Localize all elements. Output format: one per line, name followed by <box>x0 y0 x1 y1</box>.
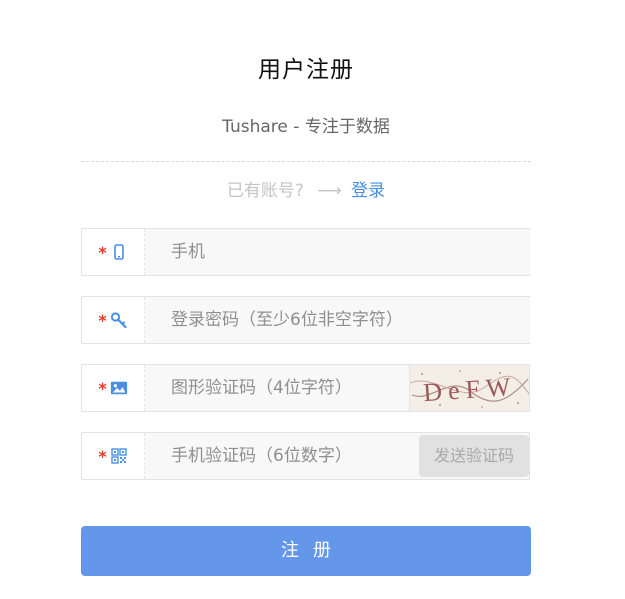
qr-code-icon <box>110 447 128 465</box>
phone-field: * <box>81 228 530 276</box>
login-link[interactable]: 登录 <box>351 181 385 201</box>
register-button[interactable]: 注册 <box>81 526 531 576</box>
page-title: 用户注册 <box>258 57 354 83</box>
arrow-right-icon: ⟶ <box>317 181 342 201</box>
sms-code-field: * 发送验证码 <box>81 432 530 480</box>
password-field: * <box>81 296 530 344</box>
captcha-image[interactable]: DeFW <box>409 365 529 411</box>
captcha-text: DeFW <box>422 372 517 407</box>
required-mark: * <box>98 243 107 262</box>
key-icon <box>110 311 128 329</box>
required-mark: * <box>98 447 107 466</box>
captcha-input[interactable] <box>146 365 410 411</box>
page-subtitle: Tushare - 专注于数据 <box>222 117 390 137</box>
mobile-phone-icon <box>110 243 128 261</box>
required-mark: * <box>98 379 107 398</box>
captcha-field: * DeFW <box>81 364 530 412</box>
login-prompt-text: 已有账号? <box>226 181 304 201</box>
login-prompt: 已有账号? ⟶ 登录 <box>0 176 612 201</box>
password-input[interactable] <box>146 297 530 343</box>
required-mark: * <box>98 311 107 330</box>
password-prefix: * <box>82 297 145 343</box>
sms-code-input[interactable] <box>146 433 420 479</box>
image-icon <box>110 379 128 397</box>
divider <box>81 161 531 162</box>
send-sms-code-button[interactable]: 发送验证码 <box>419 435 529 477</box>
sms-code-prefix: * <box>82 433 145 479</box>
phone-input[interactable] <box>146 229 530 275</box>
phone-prefix: * <box>82 229 145 275</box>
captcha-prefix: * <box>82 365 145 411</box>
